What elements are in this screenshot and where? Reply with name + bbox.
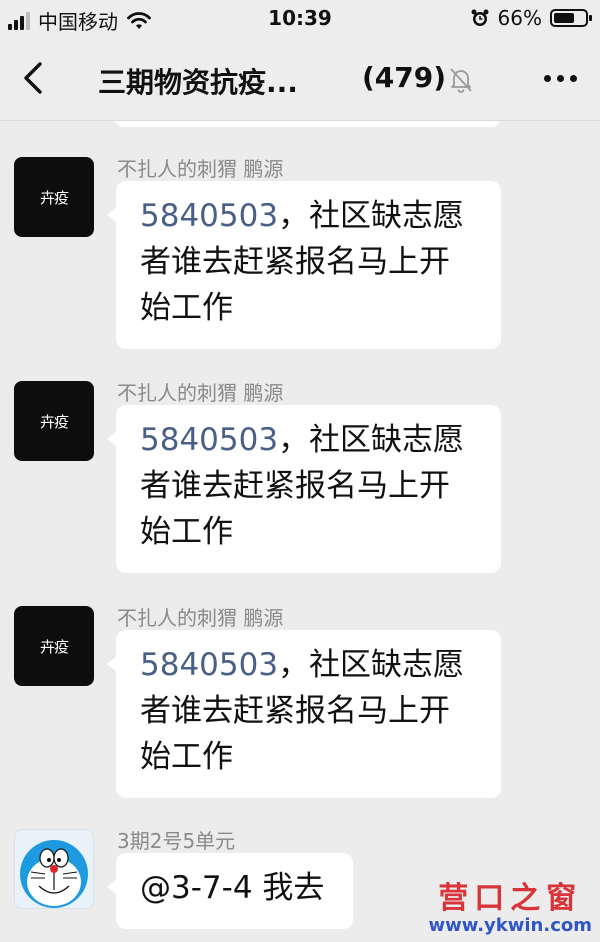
mute-bell-icon [450, 68, 472, 93]
status-bar: 中国移动 10:39 66% [0, 0, 600, 36]
phone-number-link[interactable]: 5840503 [140, 647, 278, 683]
chat-header: 三期物资抗疫... (479) [0, 36, 600, 121]
avatar-logo-text: 卉疫 [39, 637, 69, 656]
signal-icon [8, 11, 30, 30]
battery-icon [550, 9, 592, 27]
avatar-logo-text: 卉疫 [39, 188, 69, 207]
carrier-name: 中国移动 [38, 10, 118, 34]
watermark-url: www.ykwin.com [428, 915, 592, 936]
message-bubble[interactable]: 5840503，社区缺志愿者谁去赶紧报名马上开始工作 [107, 181, 501, 349]
avatar-logo-icon: 卉疫 [39, 187, 69, 208]
sender-name: 不扎人的刺猬 鹏源 [117, 157, 284, 181]
sender-name: 不扎人的刺猬 鹏源 [117, 606, 284, 630]
message-bubble[interactable]: 5840503，社区缺志愿者谁去赶紧报名马上开始工作 [107, 405, 501, 573]
phone-number-link[interactable]: 5840503 [140, 198, 278, 234]
status-right: 66% [470, 6, 592, 30]
watermark-title: 营口之窗 [438, 881, 583, 916]
avatar[interactable]: 卉疫 [14, 606, 94, 686]
message-text: @3-7-4 我去 [140, 870, 325, 906]
group-title[interactable]: 三期物资抗疫... [98, 61, 298, 101]
alarm-icon [471, 9, 489, 26]
avatar-logo-text: 卉疫 [39, 412, 69, 431]
more-options-button[interactable] [538, 62, 582, 94]
previous-message-bubble[interactable] [115, 121, 500, 127]
message-bubble[interactable]: @3-7-4 我去 [107, 853, 353, 929]
avatar-logo-icon: 卉疫 [39, 636, 69, 657]
avatar[interactable]: 卉疫 [14, 157, 94, 237]
back-arrow-icon[interactable] [14, 58, 54, 98]
wifi-icon [127, 11, 151, 29]
avatar-logo-icon: 卉疫 [39, 411, 69, 432]
avatar[interactable] [14, 829, 94, 909]
phone-number-link[interactable]: 5840503 [140, 422, 278, 458]
battery-fill [554, 13, 574, 23]
status-left: 中国移动 [8, 6, 152, 35]
chat-messages: 卉疫 不扎人的刺猬 鹏源 5840503，社区缺志愿者谁去赶紧报名马上开始工作 … [0, 121, 600, 942]
avatar[interactable]: 卉疫 [14, 381, 94, 461]
doraemon-avatar-icon [20, 840, 88, 908]
message-bubble[interactable]: 5840503，社区缺志愿者谁去赶紧报名马上开始工作 [107, 630, 501, 798]
battery-percent: 66% [497, 6, 542, 30]
sender-name: 3期2号5单元 [117, 829, 236, 853]
member-count: (479) [362, 61, 447, 94]
sender-name: 不扎人的刺猬 鹏源 [117, 381, 284, 405]
watermark-logo: 营口之窗 www.ykwin.com [428, 873, 592, 936]
